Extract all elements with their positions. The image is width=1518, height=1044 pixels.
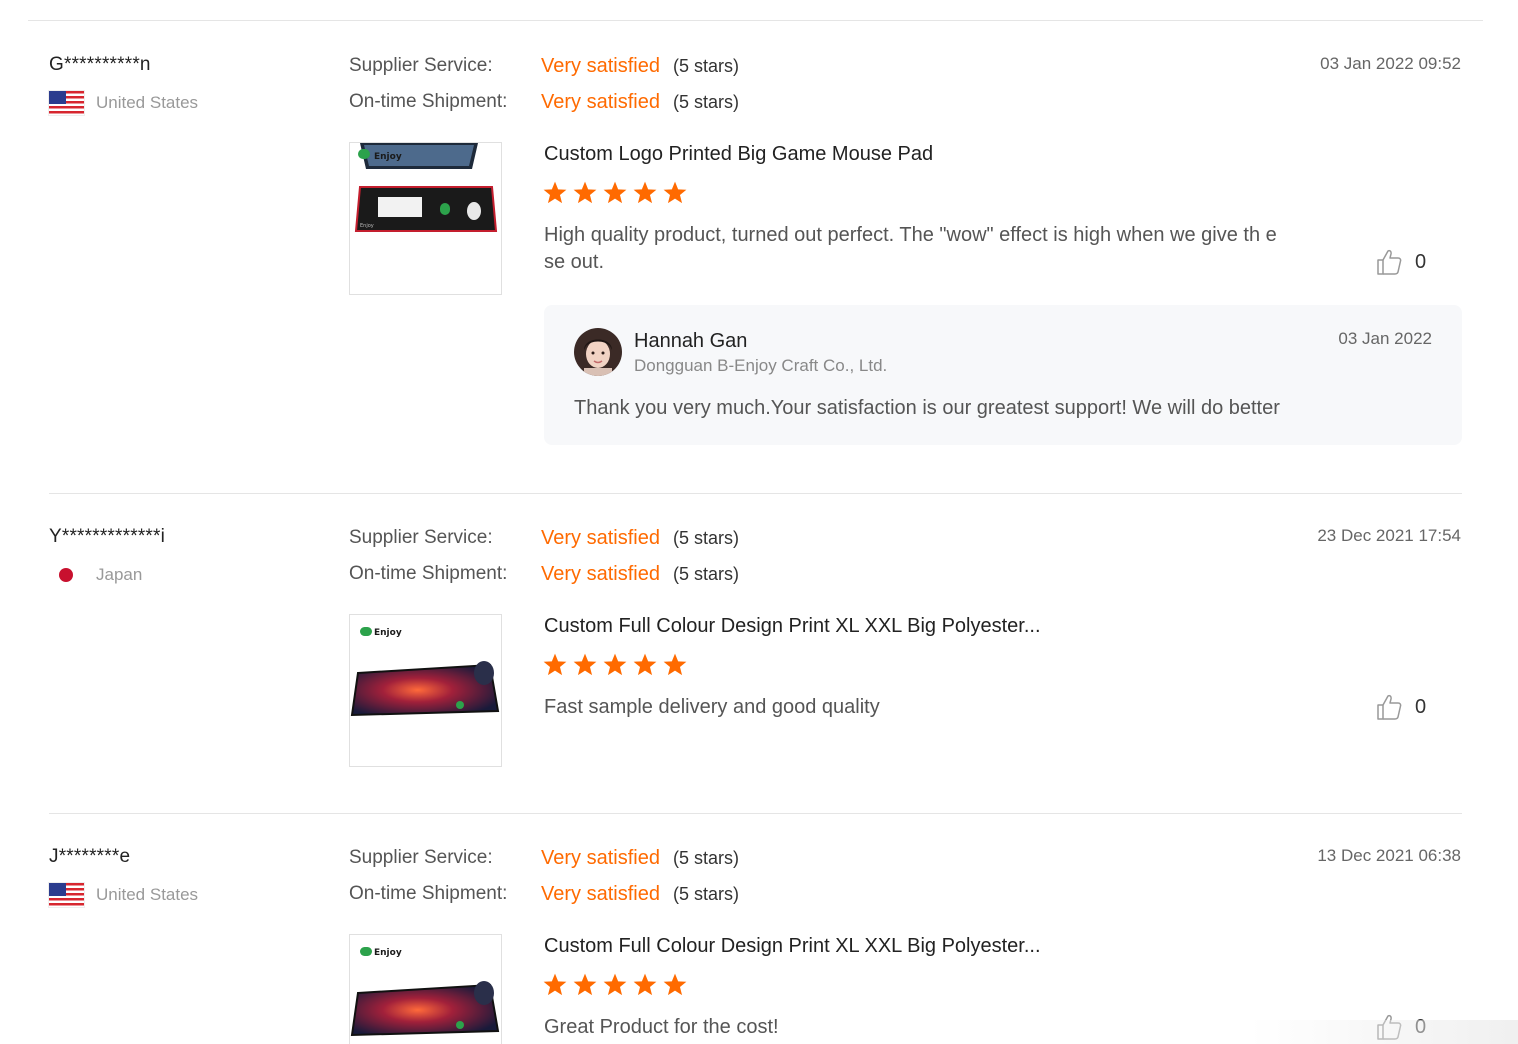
star-icon — [663, 653, 687, 676]
review-date: 13 Dec 2021 06:38 — [1317, 846, 1461, 865]
like-button[interactable]: 0 — [1376, 248, 1426, 276]
top-divider — [28, 20, 1483, 21]
us-flag-icon — [49, 883, 84, 907]
star-icon — [633, 653, 657, 676]
supplier-reply: Hannah Gan Dongguan B-Enjoy Craft Co., L… — [544, 305, 1462, 445]
avatar — [574, 328, 622, 376]
shipment-stars: (5 stars) — [672, 91, 739, 112]
buyer-name: J********e — [49, 846, 131, 867]
supplier-service-value: Very satisfied — [541, 846, 660, 869]
shipment-rating: On-time Shipment: Very satisfied (5 star… — [349, 562, 739, 586]
svg-text:Enjoy: Enjoy — [374, 152, 402, 162]
reply-text: Thank you very much.Your satisfaction is… — [574, 397, 1280, 419]
product-image[interactable]: Enjoy Enjoy — [349, 142, 502, 295]
thumbs-up-icon[interactable] — [1376, 693, 1402, 721]
supplier-service-rating: Supplier Service: Very satisfied (5 star… — [349, 54, 739, 78]
product-image[interactable]: Enjoy — [349, 614, 502, 767]
supplier-service-stars: (5 stars) — [672, 527, 739, 548]
review-item: Y*************i Japan Supplier Service: … — [0, 526, 1518, 786]
product-title[interactable]: Custom Full Colour Design Print XL XXL B… — [544, 935, 1041, 958]
star-icon — [573, 181, 597, 204]
us-flag-icon — [49, 91, 84, 115]
review-divider — [49, 493, 1462, 494]
shipment-stars: (5 stars) — [672, 563, 739, 584]
svg-text:Enjoy: Enjoy — [374, 628, 402, 638]
jp-flag-icon — [49, 563, 84, 587]
shipment-rating: On-time Shipment: Very satisfied (5 star… — [349, 882, 739, 906]
review-date: 03 Jan 2022 09:52 — [1320, 54, 1461, 73]
country-name: Japan — [96, 565, 143, 584]
country-name: United States — [96, 885, 199, 904]
review-text: High quality product, turned out perfect… — [544, 224, 1277, 273]
star-icon — [543, 181, 567, 204]
buyer-country: United States — [49, 882, 198, 908]
like-button[interactable]: 0 — [1376, 693, 1426, 721]
rating-stars — [542, 180, 692, 206]
buyer-name: G**********n — [49, 54, 151, 75]
product-title[interactable]: Custom Full Colour Design Print XL XXL B… — [544, 615, 1041, 638]
star-icon — [543, 973, 567, 996]
buyer-country: Japan — [49, 562, 142, 588]
star-icon — [603, 181, 627, 204]
product-image[interactable]: Enjoy — [349, 934, 502, 1044]
star-icon — [573, 973, 597, 996]
reply-name: Hannah Gan — [634, 330, 748, 352]
supplier-service-value: Very satisfied — [541, 526, 660, 549]
rating-stars — [542, 652, 692, 678]
supplier-service-label: Supplier Service: — [349, 55, 493, 76]
rating-stars — [542, 972, 692, 998]
shipment-value: Very satisfied — [541, 90, 660, 113]
star-icon — [663, 181, 687, 204]
supplier-service-label: Supplier Service: — [349, 527, 493, 548]
shipment-label: On-time Shipment: — [349, 563, 508, 584]
like-count: 0 — [1415, 695, 1427, 718]
buyer-country: United States — [49, 90, 198, 116]
star-icon — [543, 653, 567, 676]
review-text: Great Product for the cost! — [544, 1016, 779, 1038]
reviews-page: G**********n United States Supplier Serv… — [0, 0, 1518, 1044]
reply-company: Dongguan B-Enjoy Craft Co., Ltd. — [634, 356, 888, 375]
product-title[interactable]: Custom Logo Printed Big Game Mouse Pad — [544, 143, 933, 166]
review-item: J********e United States Supplier Servic… — [0, 846, 1518, 1044]
thumbs-up-icon[interactable] — [1376, 248, 1402, 276]
svg-text:Enjoy: Enjoy — [360, 223, 374, 229]
shipment-stars: (5 stars) — [672, 883, 739, 904]
star-icon — [633, 973, 657, 996]
review-item: G**********n United States Supplier Serv… — [0, 54, 1518, 474]
reply-date: 03 Jan 2022 — [1338, 329, 1432, 348]
country-name: United States — [96, 93, 199, 112]
star-icon — [603, 653, 627, 676]
like-count: 0 — [1415, 250, 1427, 273]
supplier-service-rating: Supplier Service: Very satisfied (5 star… — [349, 846, 739, 870]
shipment-value: Very satisfied — [541, 882, 660, 905]
review-date: 23 Dec 2021 17:54 — [1317, 526, 1461, 545]
shipment-value: Very satisfied — [541, 562, 660, 585]
review-text: Fast sample delivery and good quality — [544, 696, 880, 718]
supplier-service-value: Very satisfied — [541, 54, 660, 77]
supplier-service-stars: (5 stars) — [672, 55, 739, 76]
shipment-rating: On-time Shipment: Very satisfied (5 star… — [349, 90, 739, 114]
star-icon — [633, 181, 657, 204]
shipment-label: On-time Shipment: — [349, 883, 508, 904]
shipment-label: On-time Shipment: — [349, 91, 508, 112]
svg-text:Enjoy: Enjoy — [374, 948, 402, 958]
star-icon — [573, 653, 597, 676]
supplier-service-stars: (5 stars) — [672, 847, 739, 868]
buyer-name: Y*************i — [49, 526, 166, 547]
supplier-service-label: Supplier Service: — [349, 847, 493, 868]
star-icon — [663, 973, 687, 996]
supplier-service-rating: Supplier Service: Very satisfied (5 star… — [349, 526, 739, 550]
review-divider — [49, 813, 1462, 814]
star-icon — [603, 973, 627, 996]
corner-shadow — [1250, 1020, 1518, 1044]
